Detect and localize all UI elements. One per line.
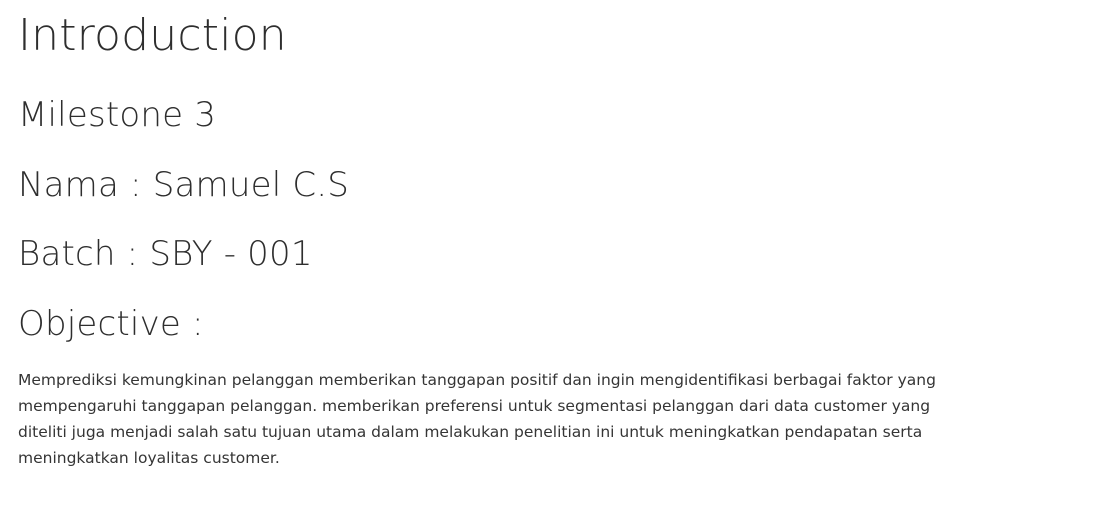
page-title: Introduction — [18, 10, 287, 61]
objective-description: Memprediksi kemungkinan pelanggan member… — [18, 371, 936, 467]
milestone-heading: Milestone 3 — [18, 95, 217, 135]
batch-heading: Batch : SBY - 001 — [18, 234, 313, 274]
objective-heading: Objective : — [18, 304, 204, 344]
name-heading: Nama : Samuel C.S — [18, 165, 350, 205]
